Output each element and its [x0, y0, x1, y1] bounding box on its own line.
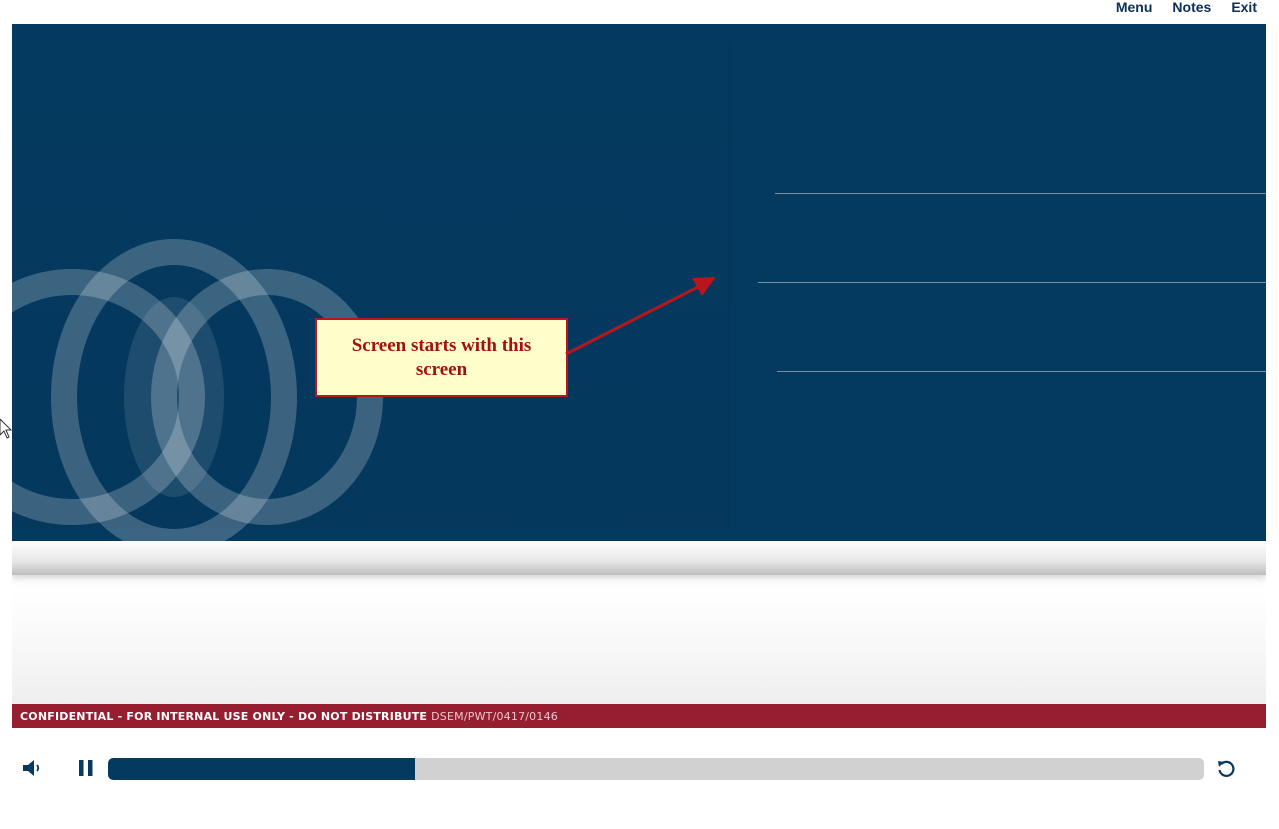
notes-link[interactable]: Notes [1172, 0, 1211, 18]
menu-link[interactable]: Menu [1116, 0, 1153, 18]
document-code: DSEM/PWT/0417/0146 [431, 709, 558, 723]
divider-line-3 [777, 371, 1266, 372]
confidential-notice: CONFIDENTIAL - FOR INTERNAL USE ONLY - D… [20, 709, 428, 723]
divider-line-1 [775, 193, 1266, 194]
callout-arrow-icon [565, 277, 716, 356]
callout-text: Screen starts with this screen [351, 334, 532, 380]
right-panel [730, 42, 1266, 528]
progress-bar[interactable] [108, 758, 1204, 780]
mouse-cursor-icon [0, 419, 13, 439]
exit-link[interactable]: Exit [1231, 0, 1257, 18]
floor-ledge [12, 541, 1266, 575]
divider-line-2 [758, 282, 1266, 283]
floor-area [12, 541, 1266, 704]
annotation-callout: Screen starts with this screen [315, 318, 568, 397]
replay-icon[interactable] [1214, 756, 1238, 780]
top-navigation: Menu Notes Exit [1116, 0, 1257, 18]
volume-icon[interactable] [20, 756, 44, 780]
progress-fill [108, 758, 415, 780]
confidential-banner: CONFIDENTIAL - FOR INTERNAL USE ONLY - D… [12, 704, 1266, 728]
overlapping-circles-logo [12, 239, 383, 541]
player-controls [0, 746, 1279, 792]
pause-icon[interactable] [74, 756, 98, 780]
